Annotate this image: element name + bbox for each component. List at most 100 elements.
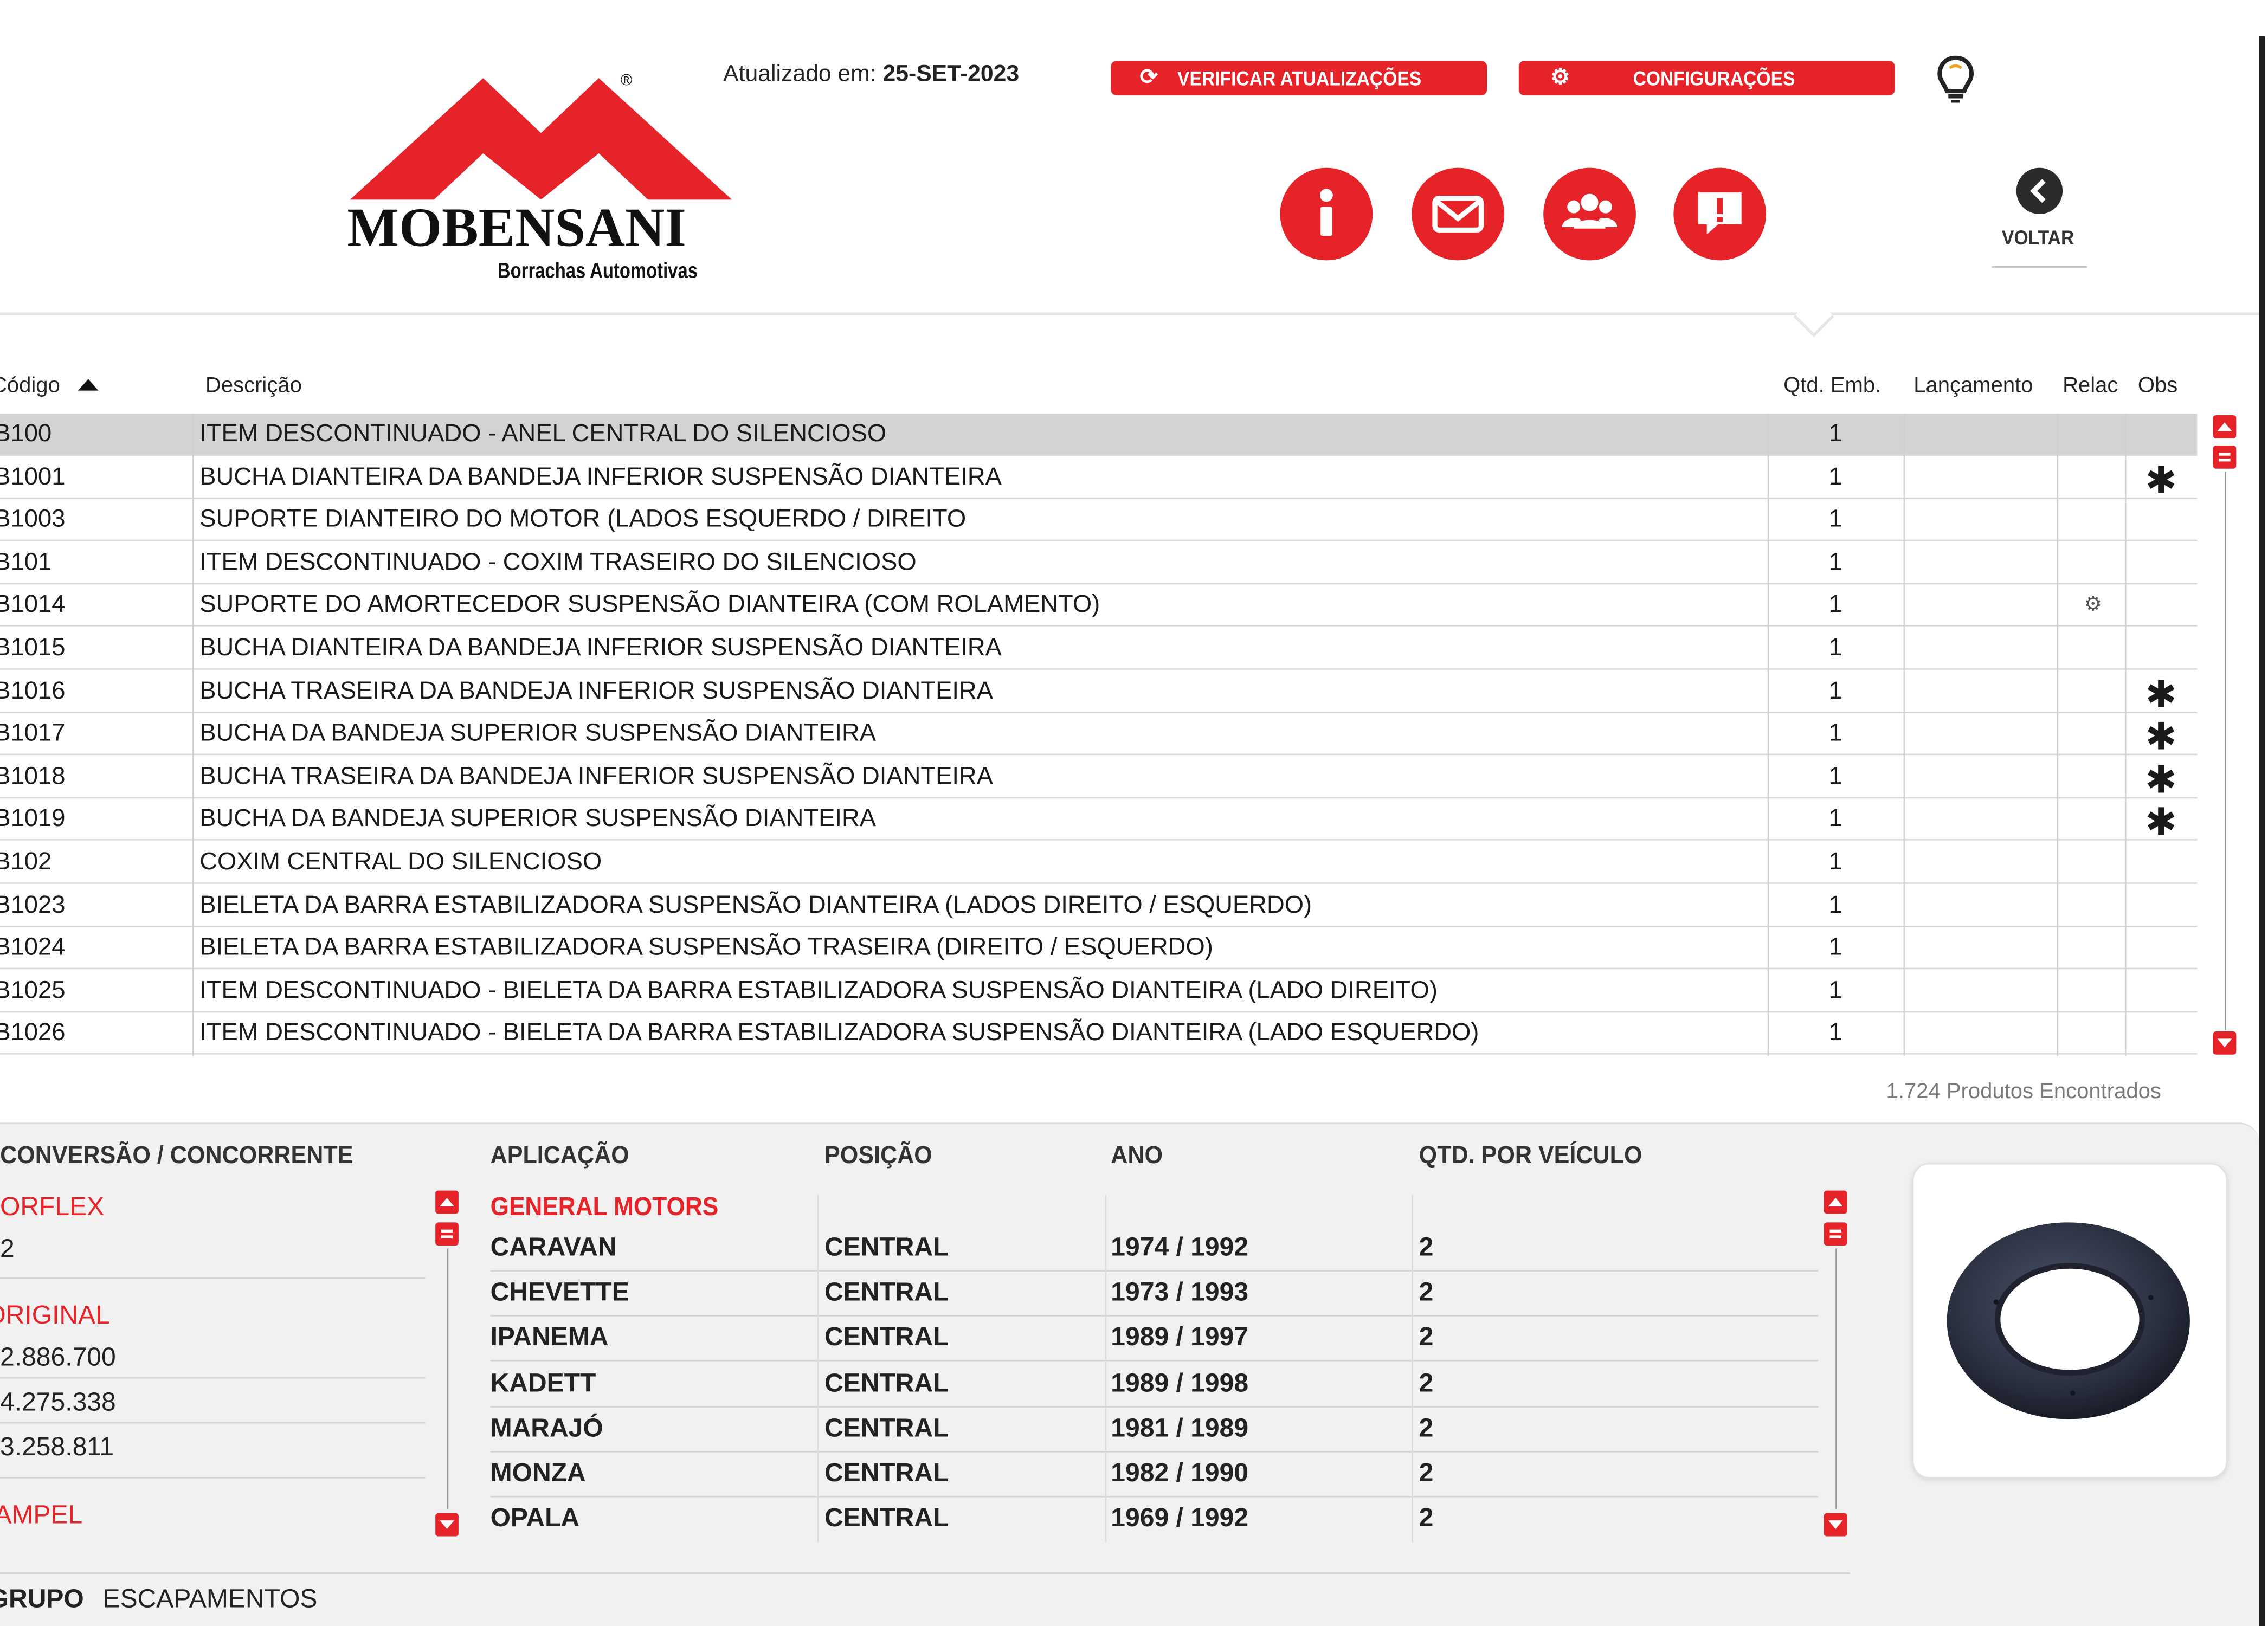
related-icon[interactable] (2077, 970, 2109, 1012)
application-scroll-top-button[interactable] (1824, 1190, 1847, 1214)
grip-icon (2219, 453, 2231, 462)
observation-icon[interactable] (2144, 585, 2179, 627)
related-icon[interactable] (2077, 414, 2109, 455)
column-header-qtd[interactable]: Qtd. Emb. (1783, 373, 1881, 398)
observation-icon[interactable] (2144, 842, 2179, 883)
product-row[interactable]: B1019 BUCHA DA BANDEJA SUPERIOR SUSPENSÃO… (0, 799, 2198, 844)
competitor-ref: 94.275.338 (0, 1387, 116, 1416)
gear-icon: ⚙ (1550, 65, 1570, 90)
conversion-scrollbar-track[interactable] (447, 1248, 449, 1509)
product-row[interactable]: B101 ITEM DESCONTINUADO - COXIM TRASEIRO … (0, 542, 2198, 584)
product-row[interactable]: B102 COXIM CENTRAL DO SILENCIOSO 1 (0, 842, 2198, 884)
conversion-scroll-thumb[interactable] (435, 1222, 459, 1246)
product-code: B1003 (0, 505, 66, 533)
product-row[interactable]: B1001 BUCHA DIANTEIRA DA BANDEJA INFERIOR… (0, 456, 2198, 501)
product-row[interactable]: B1026 ITEM DESCONTINUADO - BIELETA DA BAR… (0, 1013, 2198, 1055)
application-scrollbar-track[interactable] (1835, 1248, 1837, 1509)
related-icon[interactable] (2077, 542, 2109, 584)
lightbulb-icon[interactable] (1934, 52, 1977, 107)
product-code: B1019 (0, 805, 66, 833)
group-value: ESCAPAMENTOS (102, 1584, 318, 1613)
scroll-thumb[interactable] (2213, 446, 2237, 469)
product-row[interactable]: B1003 SUPORTE DIANTEIRO DO MOTOR (LADOS E… (0, 499, 2198, 541)
settings-button[interactable]: ⚙ CONFIGURAÇÕES (1518, 61, 1895, 96)
back-button[interactable] (2016, 167, 2063, 215)
product-qtd: 1 (1828, 805, 1842, 833)
observation-icon[interactable] (2144, 414, 2179, 455)
column-divider (1903, 414, 1905, 1056)
related-icon[interactable] (2077, 456, 2109, 498)
observation-icon[interactable]: ✱ (2144, 756, 2179, 801)
related-icon[interactable] (2077, 756, 2109, 798)
row-divider (490, 1360, 1819, 1362)
product-row[interactable]: B100 ITEM DESCONTINUADO - ANEL CENTRAL DO… (0, 414, 2198, 456)
logo-wordmark: MOBENSANI (347, 198, 686, 259)
competitor-ref: 62 (0, 1234, 15, 1263)
column-header-obs[interactable]: Obs (2138, 373, 2177, 398)
scrollbar-track[interactable] (2224, 472, 2226, 1030)
observation-icon[interactable] (2144, 542, 2179, 584)
product-qtd: 1 (1828, 762, 1842, 790)
observation-icon[interactable] (2144, 499, 2179, 541)
product-row[interactable]: B1024 BIELETA DA BARRA ESTABILIZADORA SUS… (0, 927, 2198, 970)
verify-updates-label: VERIFICAR ATUALIZAÇÕES (1177, 66, 1422, 90)
vehicle-position: CENTRAL (824, 1367, 949, 1397)
related-icon[interactable] (2077, 713, 2109, 755)
product-row[interactable]: B1016 BUCHA TRASEIRA DA BANDEJA INFERIOR … (0, 670, 2198, 715)
product-row[interactable]: B1023 BIELETA DA BARRA ESTABILIZADORA SUS… (0, 885, 2198, 927)
vehicle-years: 1974 / 1992 (1111, 1233, 1249, 1262)
conversion-scroll-top-button[interactable] (435, 1190, 459, 1214)
last-updated-text: Atualizado em: 25-SET-2023 (723, 62, 1019, 88)
product-code: B1017 (0, 719, 66, 747)
observation-icon[interactable]: ✱ (2144, 713, 2179, 758)
related-icon[interactable] (2077, 885, 2109, 926)
verify-updates-button[interactable]: ⟳ VERIFICAR ATUALIZAÇÕES (1111, 61, 1487, 96)
feedback-button[interactable] (1673, 167, 1767, 261)
observation-icon[interactable]: ✱ (2144, 456, 2179, 501)
related-icon[interactable] (2077, 499, 2109, 541)
column-header-code[interactable]: Código (0, 373, 98, 398)
group-divider (0, 1572, 1850, 1574)
product-code: B1014 (0, 591, 66, 618)
observation-icon[interactable]: ✱ (2144, 799, 2179, 844)
contact-group-button[interactable] (1543, 167, 1636, 261)
related-icon[interactable] (2077, 1013, 2109, 1055)
related-icon[interactable]: ⚙ (2077, 585, 2109, 627)
column-header-relac[interactable]: Relac (2063, 373, 2118, 398)
vehicle-years: 1973 / 1993 (1111, 1277, 1249, 1307)
application-scroll-bottom-button[interactable] (1824, 1513, 1847, 1537)
email-button[interactable] (1412, 167, 1505, 261)
scroll-top-button[interactable] (2213, 415, 2237, 438)
observation-icon[interactable] (2144, 628, 2179, 669)
application-scroll-thumb[interactable] (1824, 1222, 1847, 1246)
product-qtd: 1 (1828, 933, 1842, 961)
related-icon[interactable] (2077, 927, 2109, 969)
info-button[interactable] (1280, 167, 1373, 261)
row-divider (490, 1315, 1819, 1317)
product-row[interactable]: B1025 ITEM DESCONTINUADO - BIELETA DA BAR… (0, 970, 2198, 1012)
product-row[interactable]: B1017 BUCHA DA BANDEJA SUPERIOR SUSPENSÃO… (0, 713, 2198, 758)
product-row[interactable]: B1015 BUCHA DIANTEIRA DA BANDEJA INFERIOR… (0, 628, 2198, 670)
observation-icon[interactable]: ✱ (2144, 670, 2179, 715)
related-icon[interactable] (2077, 628, 2109, 669)
back-label[interactable]: VOLTAR (2002, 225, 2074, 249)
related-icon[interactable] (2077, 670, 2109, 712)
conversion-scroll-bottom-button[interactable] (435, 1513, 459, 1537)
product-row[interactable]: B1014 SUPORTE DO AMORTECEDOR SUSPENSÃO DI… (0, 585, 2198, 627)
vehicle-position: CENTRAL (824, 1458, 949, 1487)
column-header-launch[interactable]: Lançamento (1913, 373, 2033, 398)
product-qtd: 1 (1828, 462, 1842, 490)
observation-icon[interactable] (2144, 970, 2179, 1012)
observation-icon[interactable] (2144, 1013, 2179, 1055)
related-icon[interactable] (2077, 842, 2109, 883)
product-code: B1025 (0, 976, 66, 1004)
product-image-card[interactable] (1912, 1163, 2228, 1479)
product-row[interactable]: B1018 BUCHA TRASEIRA DA BANDEJA INFERIOR … (0, 756, 2198, 801)
product-code: B100 (0, 420, 52, 447)
column-header-description[interactable]: Descrição (205, 373, 302, 398)
scroll-bottom-button[interactable] (2213, 1031, 2237, 1055)
related-icon[interactable] (2077, 799, 2109, 841)
observation-icon[interactable] (2144, 927, 2179, 969)
observation-icon[interactable] (2144, 885, 2179, 926)
grip-icon (1829, 1229, 1841, 1238)
